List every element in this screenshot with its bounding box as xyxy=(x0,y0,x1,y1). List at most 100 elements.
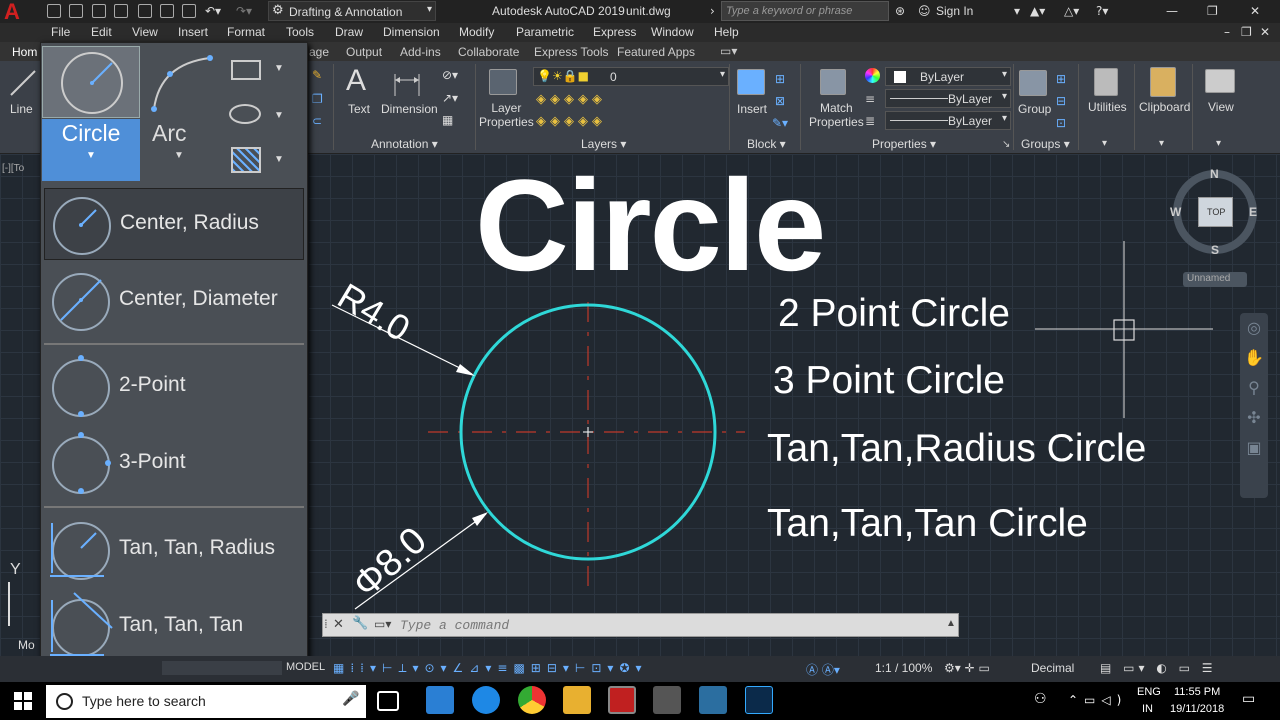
plot-icon[interactable] xyxy=(160,4,174,18)
status-tools-right[interactable]: ⚙▾ ✛ ▭ xyxy=(944,661,990,675)
minimize-icon[interactable]: – xyxy=(1224,25,1230,39)
group-tools-icons[interactable]: ⊞ ⊟ ⊡ xyxy=(1056,68,1066,134)
dimension-icon[interactable] xyxy=(392,68,422,98)
user-icon[interactable]: ☺ xyxy=(918,4,931,18)
command-input[interactable]: Type a command xyxy=(400,618,509,633)
microphone-icon[interactable]: 🎤 xyxy=(342,691,359,707)
arc-label[interactable]: Arc xyxy=(152,120,187,147)
view-label[interactable]: View xyxy=(1208,100,1234,114)
layer-properties-label[interactable]: Layer Properties xyxy=(479,101,534,129)
linetype-icon[interactable]: ≣ xyxy=(865,114,875,128)
chevron-up-icon[interactable]: ▲ xyxy=(946,618,956,629)
file-explorer-app-icon[interactable] xyxy=(426,686,454,714)
match-properties-label[interactable]: Match Properties xyxy=(809,101,864,129)
chevron-down-icon[interactable]: ▼ xyxy=(274,63,284,74)
menu-file[interactable]: File xyxy=(51,25,70,39)
workspace-select[interactable]: ⚙ Drafting & Annotation ▾ xyxy=(268,1,436,21)
group-icon[interactable] xyxy=(1019,70,1047,96)
linetype-select[interactable]: ByLayer ▾ xyxy=(885,111,1011,130)
saveas-icon[interactable] xyxy=(114,4,128,18)
copy-icon[interactable]: ❐ xyxy=(312,92,323,106)
table-icon[interactable]: ▦ xyxy=(442,113,453,127)
autocad-logo-icon[interactable]: A xyxy=(4,1,30,23)
text-icon[interactable]: A xyxy=(346,64,366,98)
viewcube-top-face[interactable]: TOP xyxy=(1198,197,1233,227)
arc-icon[interactable] xyxy=(148,54,218,114)
color-select[interactable]: ByLayer ▾ xyxy=(885,67,1011,86)
lineweight-select[interactable]: ByLayer ▾ xyxy=(885,89,1011,108)
navigation-bar[interactable]: ◎ ✋ ⚲ ✣ ▣ xyxy=(1240,313,1268,498)
edge-icon[interactable] xyxy=(472,686,500,714)
layer-select[interactable]: 💡☀🔒■ 0 ▾ xyxy=(533,67,729,86)
leader2-icon[interactable]: ↗▾ xyxy=(442,91,458,105)
autocad-taskbar-icon[interactable] xyxy=(608,686,636,714)
units-select[interactable]: Decimal xyxy=(1031,661,1074,675)
clipboard-label[interactable]: Clipboard xyxy=(1139,100,1190,114)
layers-panel-title[interactable]: Layers ▾ xyxy=(581,137,626,151)
print-icon[interactable] xyxy=(182,4,196,18)
tab-options-icon[interactable]: ▭▾ xyxy=(720,44,737,58)
menu-edit[interactable]: Edit xyxy=(91,25,112,39)
wrench-icon[interactable]: 🔧 xyxy=(352,616,368,631)
tab-output[interactable]: Output xyxy=(346,45,382,59)
viewcube-n[interactable]: N xyxy=(1210,167,1219,181)
tab-express-tools[interactable]: Express Tools xyxy=(534,45,608,59)
chevron-down-icon[interactable]: ▼ xyxy=(274,110,284,121)
taskbar-search-input[interactable]: Type here to search xyxy=(46,685,366,718)
match-properties-icon[interactable] xyxy=(820,69,846,95)
utilities-label[interactable]: Utilities xyxy=(1088,100,1127,114)
open-icon[interactable] xyxy=(69,4,83,18)
circle-split-button[interactable] xyxy=(42,46,140,118)
chevron-down-icon[interactable]: ▾ xyxy=(1216,138,1221,149)
menu-format[interactable]: Format xyxy=(227,25,265,39)
pencil-icon[interactable]: ✎ xyxy=(312,68,322,82)
help-icon[interactable]: ?▾ xyxy=(1096,4,1108,18)
binoculars-icon[interactable]: ⊛ xyxy=(895,4,905,18)
notification-icon[interactable]: ▭ xyxy=(1242,691,1255,707)
annotation-scale-button[interactable]: Ⓐ Ⓐ▾ xyxy=(806,661,840,678)
grip-icon[interactable]: ⁞ xyxy=(324,617,328,631)
model-space-button[interactable]: MODEL xyxy=(286,661,325,673)
tab-home[interactable]: Hom xyxy=(12,45,37,59)
orbit-icon[interactable]: ✣ xyxy=(1247,408,1260,427)
undo-icon[interactable]: ↶▾ xyxy=(205,4,221,18)
menu-window[interactable]: Window xyxy=(651,25,694,39)
tab-featured-apps[interactable]: Featured Apps xyxy=(617,45,695,59)
chevron-down-icon[interactable]: ▼ xyxy=(274,154,284,165)
chevron-down-icon[interactable]: ▾ xyxy=(1159,138,1164,149)
viewcube-w[interactable]: W xyxy=(1170,205,1181,219)
block-panel-title[interactable]: Block ▾ xyxy=(747,137,786,151)
block-tools-icons[interactable]: ⊞ ⊠ ✎▾ xyxy=(772,68,788,134)
insert-block-icon[interactable] xyxy=(737,69,765,95)
menu-view[interactable]: View xyxy=(132,25,158,39)
layer-tools-icons[interactable]: ◈◈◈◈◈ xyxy=(536,92,606,107)
menu-express[interactable]: Express xyxy=(593,25,636,39)
utilities-icon[interactable] xyxy=(1094,68,1118,96)
language-2[interactable]: IN xyxy=(1142,703,1153,715)
people-icon[interactable]: ⚇ xyxy=(1034,691,1047,707)
menu-parametric[interactable]: Parametric xyxy=(516,25,574,39)
line-label[interactable]: Line xyxy=(10,102,33,116)
leader-icon[interactable]: ⊘▾ xyxy=(442,68,458,82)
properties-panel-title[interactable]: Properties ▾ xyxy=(872,137,936,151)
hatch-icon[interactable] xyxy=(231,147,261,173)
clock-date[interactable]: 19/11/2018 xyxy=(1170,703,1224,715)
language-1[interactable]: ENG xyxy=(1137,686,1161,698)
layer-tools-icons-2[interactable]: ◈◈◈◈◈ xyxy=(536,114,606,129)
annotation-panel-title[interactable]: Annotation ▾ xyxy=(371,137,438,151)
task-view-icon[interactable] xyxy=(377,691,399,711)
vs-code-icon[interactable] xyxy=(699,686,727,714)
close-icon[interactable]: ✕ xyxy=(333,617,344,632)
offset-icon[interactable]: ⊂ xyxy=(312,114,322,128)
rectangle-icon[interactable] xyxy=(231,60,261,80)
dimension-label[interactable]: Dimension xyxy=(381,102,438,116)
clipboard-icon[interactable] xyxy=(1150,67,1176,97)
color-wheel-icon[interactable] xyxy=(865,68,880,83)
insert-label[interactable]: Insert xyxy=(737,102,767,116)
minimize-icon[interactable]: — xyxy=(1166,4,1178,18)
chevron-right-icon[interactable]: › xyxy=(710,4,715,18)
chevron-down-icon[interactable]: ▾ xyxy=(1014,4,1020,18)
save-icon[interactable] xyxy=(92,4,106,18)
steering-wheel-icon[interactable]: ◎ xyxy=(1247,318,1261,337)
layer-properties-icon[interactable] xyxy=(489,69,517,95)
